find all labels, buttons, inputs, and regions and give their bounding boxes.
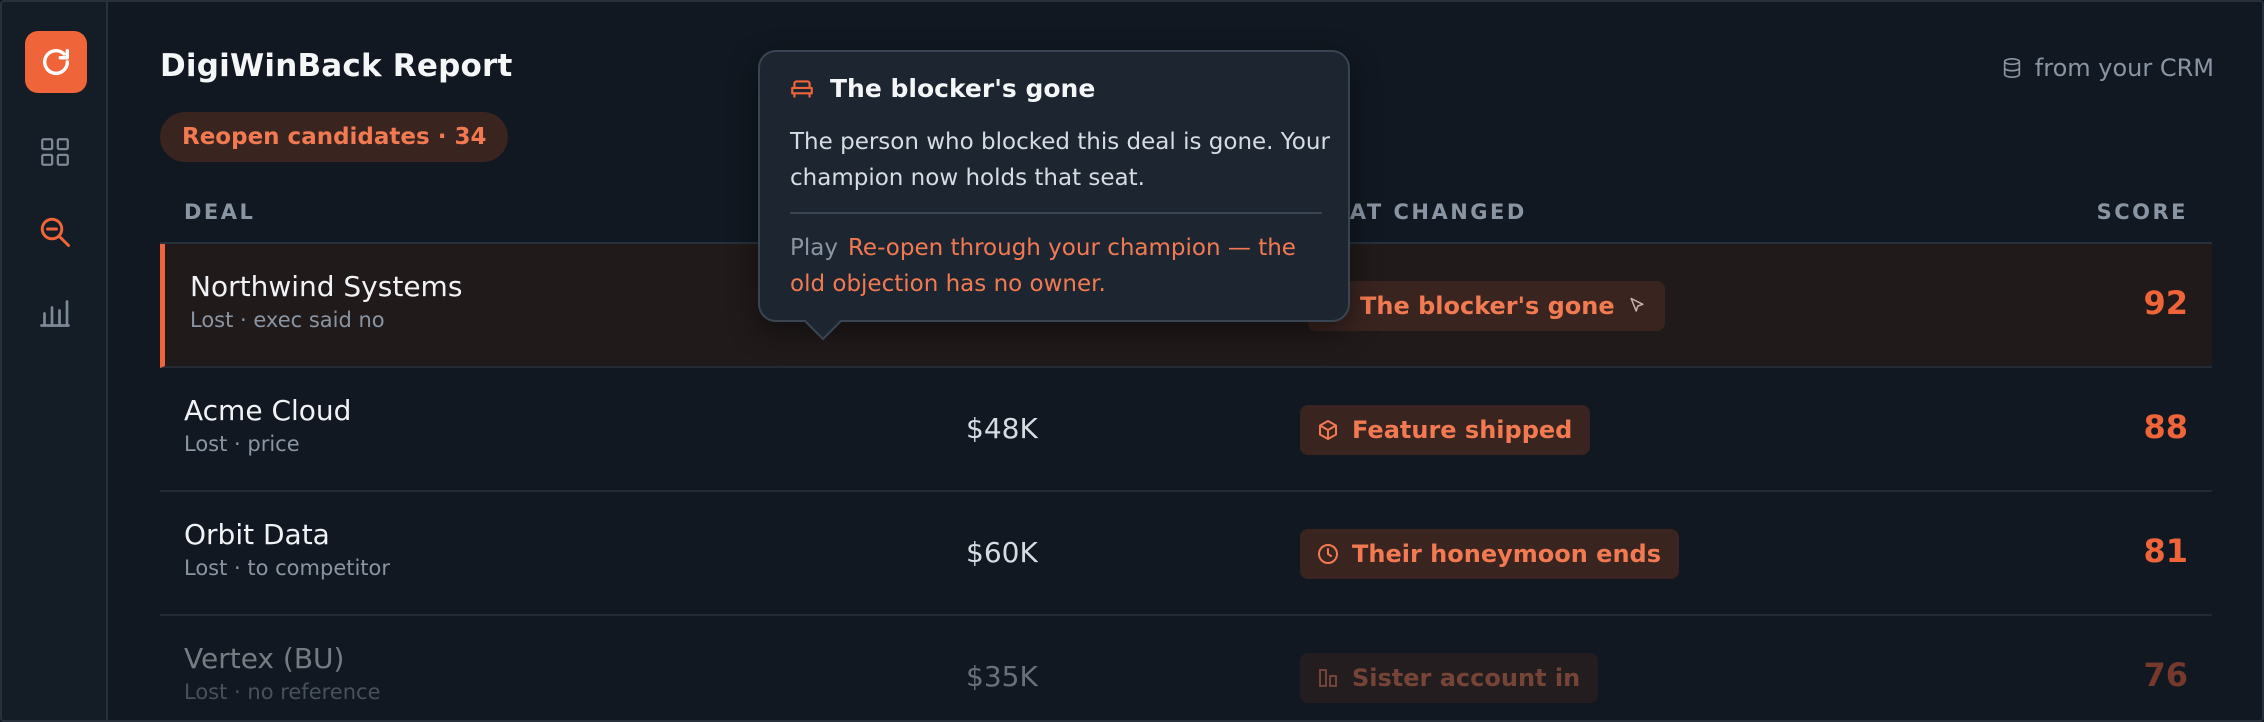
change-label: The blocker's gone xyxy=(1360,292,1615,320)
header-score[interactable]: SCORE xyxy=(2097,200,2188,224)
table-row[interactable]: Acme Cloud Lost · price $48K Feature shi… xyxy=(160,368,2212,492)
deal-name: Vertex (BU) xyxy=(184,642,345,675)
change-label: Feature shipped xyxy=(1352,416,1573,444)
tooltip-divider xyxy=(790,212,1322,214)
bar-chart-icon xyxy=(40,300,70,327)
change-badge[interactable]: Feature shipped xyxy=(1300,405,1591,455)
deal-name: Acme Cloud xyxy=(184,394,352,427)
sidebar-item-search[interactable] xyxy=(35,212,75,252)
table-row[interactable]: Orbit Data Lost · to competitor $60K The… xyxy=(160,492,2212,616)
change-badge[interactable]: Sister account in xyxy=(1300,653,1599,703)
change-label: Their honeymoon ends xyxy=(1352,540,1661,568)
box-icon xyxy=(1319,420,1337,440)
change-badge[interactable]: Their honeymoon ends xyxy=(1300,529,1679,579)
app-window: DigiWinBack Report from your CRM Reopen … xyxy=(0,0,2264,722)
deal-status: Lost · exec said no xyxy=(190,308,385,332)
buildings-icon xyxy=(1319,669,1337,687)
reopen-candidates-pill[interactable]: Reopen candidates · 34 xyxy=(160,112,509,162)
sidebar xyxy=(2,2,108,720)
cursor-icon xyxy=(1630,297,1644,312)
clock-icon xyxy=(1318,544,1338,564)
data-source: from your CRM xyxy=(2001,54,2214,82)
tooltip-play: Play Re-open through your champion — the … xyxy=(790,230,1330,302)
data-source-label: from your CRM xyxy=(2034,54,2214,82)
main-panel: DigiWinBack Report from your CRM Reopen … xyxy=(108,2,2262,720)
change-label: Sister account in xyxy=(1352,664,1581,692)
grid-icon xyxy=(41,138,69,166)
tooltip-header: The blocker's gone xyxy=(788,74,1095,103)
refresh-icon xyxy=(42,48,70,75)
score-value: 88 xyxy=(2143,408,2188,446)
sidebar-item-analytics[interactable] xyxy=(35,292,75,332)
play-label: Play xyxy=(790,235,838,261)
play-text: Re-open through your champion — the old … xyxy=(790,235,1296,297)
change-badge[interactable]: The blocker's gone xyxy=(1308,281,1665,331)
score-value: 76 xyxy=(2143,656,2188,694)
deal-status: Lost · to competitor xyxy=(184,556,391,580)
deal-name: Orbit Data xyxy=(184,518,330,551)
change-tooltip: The blocker's gone The person who blocke… xyxy=(758,50,1350,341)
page-title: DigiWinBack Report xyxy=(160,48,513,84)
score-value: 92 xyxy=(2143,284,2188,322)
app-logo[interactable] xyxy=(25,31,87,93)
score-value: 81 xyxy=(2143,532,2188,570)
deal-value: $35K xyxy=(966,660,1038,693)
sofa-icon xyxy=(791,79,813,98)
tooltip-title: The blocker's gone xyxy=(830,74,1096,103)
header-deal[interactable]: DEAL xyxy=(184,200,255,224)
deal-value: $48K xyxy=(966,412,1038,445)
table-row[interactable]: Vertex (BU) Lost · no reference $35K Sis… xyxy=(160,616,2212,720)
deal-value: $60K xyxy=(966,536,1038,569)
tooltip-body: The person who blocked this deal is gone… xyxy=(790,129,1330,191)
deal-status: Lost · no reference xyxy=(184,680,381,704)
database-icon xyxy=(2003,58,2020,78)
search-minus-icon xyxy=(40,217,70,247)
deal-name: Northwind Systems xyxy=(190,270,463,303)
deal-status: Lost · price xyxy=(184,432,300,456)
sidebar-item-dashboard[interactable] xyxy=(35,132,75,172)
